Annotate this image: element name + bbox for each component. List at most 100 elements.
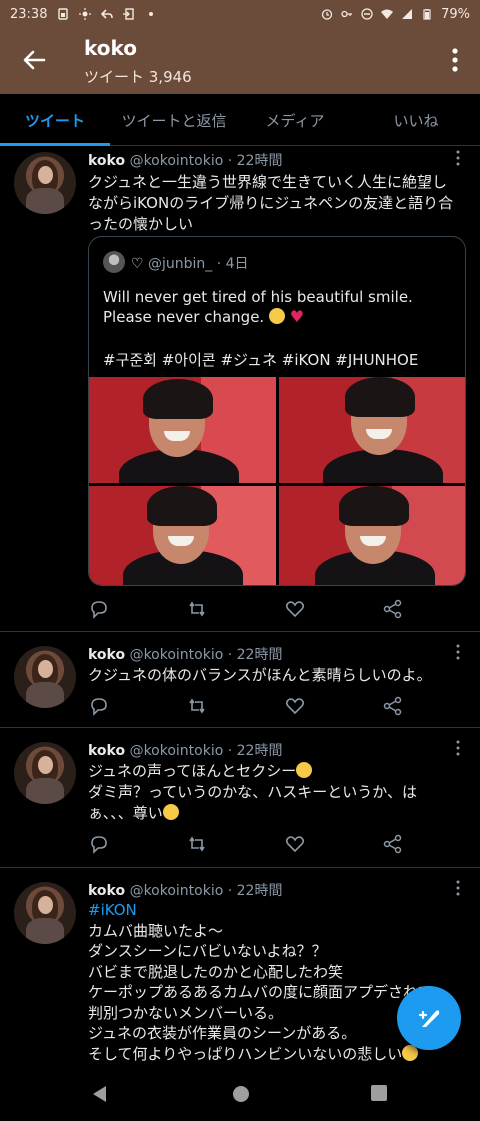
tweet-line: クジュネの体のバランスがほんと素晴らしいのよ。 (88, 666, 432, 684)
quoted-hashtags: #구준회 #아이콘 #ジュネ #iKON #JHUNHOE (103, 351, 419, 369)
author-name[interactable]: koko (88, 883, 125, 899)
tweet-meta: koko @kokointokio · 22時間 (88, 150, 282, 170)
author-name[interactable]: koko (88, 743, 125, 759)
signal-icon (402, 9, 413, 19)
tweet-text: クジュネと一生違う世界線で生きていく人生に絶望し ながらiKONのライブ帰りにジ… (88, 172, 460, 235)
author-name[interactable]: koko (88, 647, 125, 663)
tweet-line: ぁ、、、尊い (88, 803, 460, 824)
share-icon[interactable] (382, 833, 404, 855)
quoted-photo[interactable] (89, 486, 276, 585)
tab-media[interactable]: メディア (238, 94, 352, 146)
wifi-icon (381, 9, 394, 19)
back-triangle-icon[interactable] (90, 1084, 110, 1104)
home-circle-icon[interactable] (231, 1084, 251, 1104)
quoted-handle: @junbin_ · 4日 (148, 256, 249, 272)
reply-icon (101, 9, 114, 19)
heart-eyes-emoji-icon (268, 308, 285, 324)
tweet-count: ツイート 3,946 (84, 68, 192, 86)
tweet-actions (88, 695, 418, 717)
retweet-icon[interactable] (186, 833, 208, 855)
status-bar: 23:38 79% (0, 0, 480, 28)
avatar[interactable] (14, 646, 76, 708)
tweet-line: バビまで脱退したのかと心配したわ笑 (88, 962, 344, 981)
tweet-item[interactable]: koko @kokointokio · 22時間 ジュネの声ってほんとセクシー … (0, 728, 480, 868)
profile-header: koko ツイート 3,946 (0, 28, 480, 94)
tweet-more-icon[interactable] (456, 880, 460, 896)
tweet-text: ジュネの声ってほんとセクシー ダミ声？っていうのかな、ハスキーというか、は ぁ、… (88, 761, 460, 824)
author-handle: @kokointokio · 22時間 (129, 743, 283, 759)
tweet-line: ったの懐かしい (88, 215, 194, 233)
battery-icon (423, 9, 431, 20)
quoted-header: ♡ @junbin_ · 4日 (131, 253, 249, 273)
avatar[interactable] (14, 152, 76, 214)
status-time: 23:38 (10, 6, 48, 22)
quoted-tweet[interactable]: ♡ @junbin_ · 4日 Will never get tired of … (88, 236, 466, 586)
tweet-line: ジュネの声ってほんとセクシー (88, 761, 460, 782)
tweet-actions (88, 598, 418, 620)
compose-feather-icon (418, 1010, 440, 1027)
tear-smile-emoji-icon (162, 804, 179, 820)
quoted-text: Will never get tired of his beautiful sm… (103, 287, 453, 327)
compose-tweet-button[interactable] (397, 986, 461, 1050)
sim-icon (58, 8, 69, 20)
alarm-icon (321, 9, 333, 20)
tweet-line: カムバ曲聴いたよ〜 (88, 921, 224, 940)
red-heart-emoji-icon: ♥ (289, 307, 305, 326)
quoted-photo[interactable] (89, 377, 276, 483)
reply-icon[interactable] (88, 598, 110, 620)
share-icon[interactable] (382, 695, 404, 717)
like-icon[interactable] (284, 598, 306, 620)
tweet-actions (88, 833, 418, 855)
retweet-icon[interactable] (186, 598, 208, 620)
retweet-icon[interactable] (186, 695, 208, 717)
cast-icon (123, 8, 135, 20)
tweet-line: ダミ声？っていうのかな、ハスキーというか、は (88, 783, 417, 801)
like-icon[interactable] (284, 695, 306, 717)
page-title: koko (84, 36, 138, 60)
tweet-line: クジュネと一生違う世界線で生きていく人生に絶望し (88, 173, 447, 191)
system-nav-bar (0, 1068, 480, 1121)
quoted-avatar (103, 251, 125, 273)
tweet-item[interactable]: koko @kokointokio · 22時間 クジュネの体のバランスがほんと… (0, 632, 480, 728)
tweet-item[interactable]: koko @kokointokio · 22時間 クジュネと一生違う世界線で生き… (0, 146, 480, 632)
back-arrow-icon[interactable] (18, 44, 50, 76)
brightness-icon (79, 8, 92, 20)
tweet-more-icon[interactable] (456, 150, 460, 166)
tweet-more-icon[interactable] (456, 740, 460, 756)
tweet-line: ダンスシーンにバビいないよね？？ (88, 942, 327, 960)
author-handle: @kokointokio · 22時間 (129, 647, 283, 663)
battery-percent: 79% (441, 6, 470, 22)
tab-tweets-replies[interactable]: ツイートと返信 (110, 94, 238, 146)
avatar[interactable] (14, 742, 76, 804)
dnd-icon (361, 8, 373, 20)
tweet-more-icon[interactable] (456, 644, 460, 660)
author-handle: @kokointokio · 22時間 (129, 883, 283, 899)
quoted-text-body: Will never get tired of his beautiful sm… (103, 288, 413, 326)
reply-icon[interactable] (88, 833, 110, 855)
dot-icon (149, 12, 154, 16)
heart-outline-icon: ♡ (131, 256, 144, 272)
author-handle: @kokointokio · 22時間 (129, 153, 283, 169)
tweet-line: ながらiKONのライブ帰りにジュネペンの友達と語り合 (88, 194, 454, 212)
overflow-menu-icon[interactable] (450, 46, 460, 74)
like-icon[interactable] (284, 833, 306, 855)
reply-icon[interactable] (88, 695, 110, 717)
tweet-text: #iKON カムバ曲聴いたよ〜 ダンスシーンにバビいないよね？？ バビまで脱退し… (88, 900, 460, 1064)
recents-square-icon[interactable] (370, 1084, 388, 1102)
hashtag-link[interactable]: #iKON (88, 900, 460, 921)
tweet-meta: koko @kokointokio · 22時間 (88, 740, 282, 760)
tab-likes[interactable]: いいね (352, 94, 480, 146)
share-icon[interactable] (382, 598, 404, 620)
tweet-line: そして何よりやっぱりハンビンいないの悲しい (88, 1044, 460, 1065)
key-icon (341, 10, 353, 18)
tweet-meta: koko @kokointokio · 22時間 (88, 644, 282, 664)
tab-tweets[interactable]: ツイート (0, 94, 110, 146)
tweet-text: クジュネの体のバランスがほんと素晴らしいのよ。 (88, 665, 460, 686)
author-name[interactable]: koko (88, 153, 125, 169)
avatar[interactable] (14, 882, 76, 944)
halo-smile-emoji-icon (296, 762, 313, 778)
profile-tabs: ツイート ツイートと返信 メディア いいね (0, 94, 480, 146)
tweet-meta: koko @kokointokio · 22時間 (88, 880, 282, 900)
quoted-photo[interactable] (279, 377, 465, 483)
quoted-photo[interactable] (279, 486, 465, 585)
